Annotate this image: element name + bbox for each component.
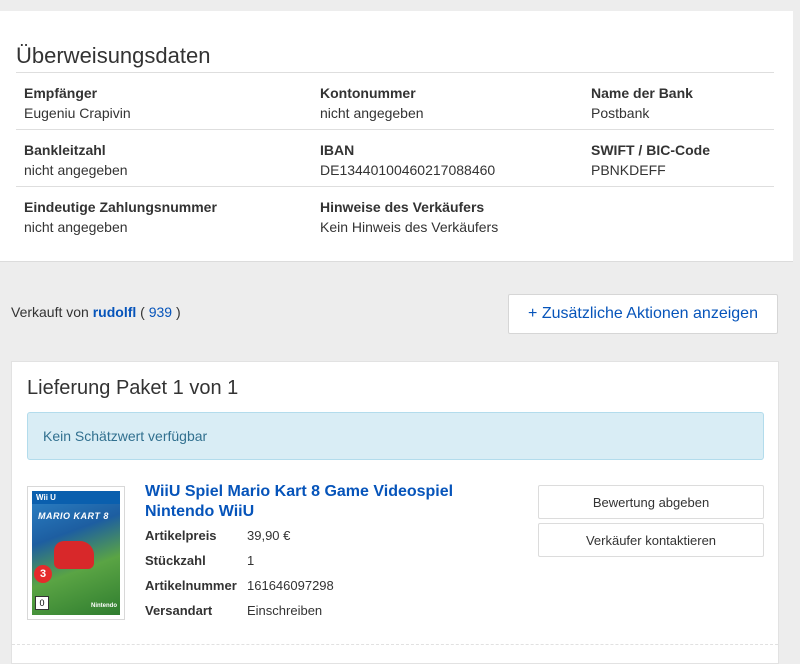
field-value: nicht angegeben [24,219,128,235]
kart-illustration [54,541,94,569]
spec-label: Artikelnummer [145,578,237,593]
field-recipient: Empfänger Eugeniu Crapivin [24,83,131,123]
estimate-notice: Kein Schätzwert verfügbar [27,412,764,460]
leave-feedback-button[interactable]: Bewertung abgeben [538,485,764,519]
contact-seller-button[interactable]: Verkäufer kontaktieren [538,523,764,557]
field-label: Name der Bank [591,85,693,101]
field-value: nicht angegeben [24,162,128,178]
spec-label: Stückzahl [145,553,206,568]
cover-badge: 3 [34,565,52,583]
field-seller-notes: Hinweise des Verkäufers Kein Hinweis des… [320,197,498,237]
cover-platform: Wii U [36,493,56,502]
field-iban: IBAN DE13440100460217088460 [320,140,495,180]
field-label: Eindeutige Zahlungsnummer [24,199,217,215]
field-label: Kontonummer [320,85,416,101]
seller-bar: Verkauft von rudolfl ( 939 ) + Zusätzlic… [0,286,800,338]
spec-value: Einschreiben [247,603,323,618]
more-actions-button[interactable]: + Zusätzliche Aktionen anzeigen [508,294,778,334]
cover-platform-band: Wii U [32,491,120,504]
field-label: Bankleitzahl [24,142,106,158]
delivery-card: Lieferung Paket 1 von 1 Kein Schätzwert … [11,361,779,664]
seller-name-link[interactable]: rudolfl [93,304,137,320]
product-cover-image: Wii U MARIO KART 8 3 0 Nintendo [32,491,120,615]
transfer-row-3: Eindeutige Zahlungsnummer nicht angegebe… [16,186,774,243]
rating-open-paren: ( [140,304,145,320]
field-value: PBNKDEFF [591,162,666,178]
field-account-number: Kontonummer nicht angegeben [320,83,424,123]
transfer-grid: Empfänger Eugeniu Crapivin Kontonummer n… [16,72,774,243]
field-bank-code: Bankleitzahl nicht angegeben [24,140,128,180]
field-value: Postbank [591,105,650,121]
transfer-title: Überweisungsdaten [16,43,211,68]
spec-label: Versandart [145,603,213,618]
field-value: Kein Hinweis des Verkäufers [320,219,499,235]
spec-value: 1 [247,553,255,568]
seller-info: Verkauft von rudolfl ( 939 ) [11,304,181,320]
product-thumbnail[interactable]: Wii U MARIO KART 8 3 0 Nintendo [27,486,125,620]
spec-value: 39,90 € [247,528,291,543]
spec-value: 161646097298 [247,578,334,593]
spec-label: Artikelpreis [145,528,217,543]
field-value: Eugeniu Crapivin [24,105,131,121]
field-bank-name: Name der Bank Postbank [591,83,693,123]
seller-rating-link[interactable]: 939 [149,304,172,320]
transfer-row-2: Bankleitzahl nicht angegeben IBAN DE1344… [16,129,774,186]
divider [12,644,778,645]
field-label: Hinweise des Verkäufers [320,199,485,215]
field-label: IBAN [320,142,355,158]
delivery-title: Lieferung Paket 1 von 1 [27,377,239,399]
field-label: Empfänger [24,85,98,101]
transfer-details-card: Überweisungsdaten Empfänger Eugeniu Crap… [0,11,793,262]
product-title-link[interactable]: WiiU Spiel Mario Kart 8 Game Videospiel … [145,482,485,522]
transfer-row-1: Empfänger Eugeniu Crapivin Kontonummer n… [16,72,774,129]
cover-brand: Nintendo [91,603,117,609]
seller-prefix: Verkauft von [11,304,89,320]
field-value: nicht angegeben [320,105,424,121]
field-label: SWIFT / BIC-Code [591,142,710,158]
cover-logo: MARIO KART 8 [38,511,109,521]
field-swift-bic: SWIFT / BIC-Code PBNKDEFF [591,140,710,180]
field-payment-reference: Eindeutige Zahlungsnummer nicht angegebe… [24,197,217,237]
age-rating-icon: 0 [35,596,49,610]
field-value: DE13440100460217088460 [320,162,496,178]
rating-close-paren: ) [175,304,181,320]
